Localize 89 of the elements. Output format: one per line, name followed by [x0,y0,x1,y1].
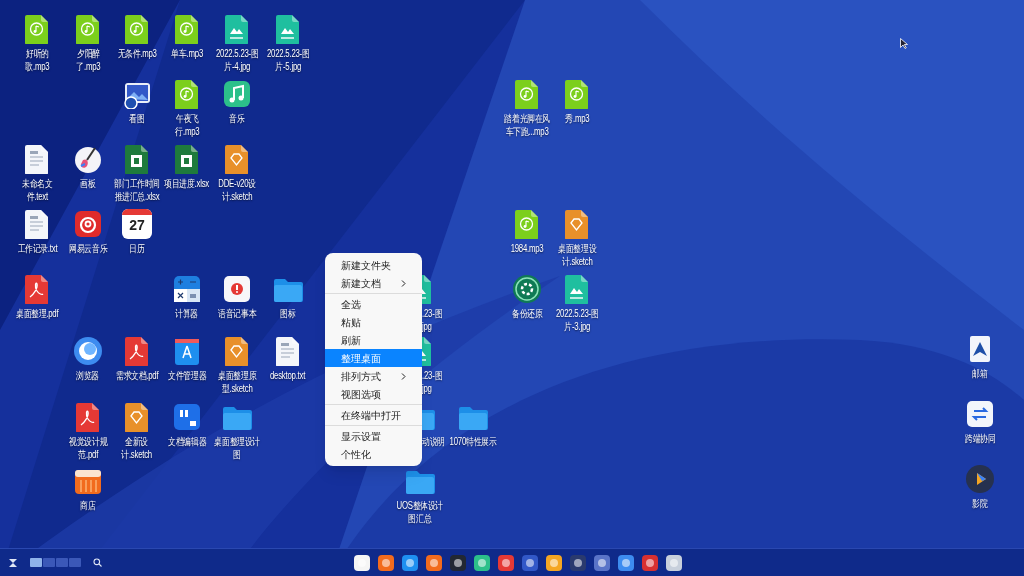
icon-label: 动说明 [422,435,445,448]
dock-app-icon[interactable] [497,553,515,572]
icon-label: 画板 [80,177,96,190]
menu-item[interactable]: 个性化 [325,445,422,463]
menu-item[interactable]: 排列方式 [325,367,422,385]
dock-app-icon[interactable] [401,553,419,572]
icon-label: 语音记事本 [218,307,256,320]
icon-label: 1984.mp3 [510,242,544,255]
icon-label: 文件管理器 [168,369,206,382]
play-icon[interactable] [965,464,995,494]
cursor-icon [900,38,908,49]
icon-label: 影院 [972,497,988,510]
icon-label: 项目进度.xlsx [164,177,210,190]
recorder-icon[interactable] [222,274,252,304]
file-manager-icon[interactable] [172,336,202,366]
icon-label: 桌面整理原 型.sketch [218,369,256,395]
icon-label: 踏着光脚在风 车下跑...mp3 [504,112,550,138]
calendar-icon[interactable]: 27 [122,209,152,239]
dock-app-icon[interactable] [449,553,467,572]
icon-label: 浏览器 [76,369,100,382]
icon-label: 无条件.mp3 [117,47,157,60]
icon-label: 视觉设计规 范.pdf [69,435,107,461]
icon-label: 邮箱 [972,367,988,380]
icon-label: 秀.mp3 [565,112,589,125]
icon-label: 未命名文 件.text [21,177,53,203]
music-note-icon[interactable] [222,79,252,109]
dock-app-icon[interactable] [617,553,635,572]
icon-label: 网易云音乐 [69,242,107,255]
icon-label: 部门工作时间 推进汇总.xlsx [114,177,160,203]
icon-label: 2022.5.23-图 片-3.jpg [555,307,599,333]
icon-label: desktop.txt [270,369,306,382]
icon-label: DDE-v20设 计.sketch [218,177,256,203]
dock-app-icon[interactable] [521,553,539,572]
dock-app-icon[interactable] [425,553,443,572]
dock-app-icon[interactable] [593,553,611,572]
icon-label: 2022.5.23-图 片-4.jpg [215,47,259,73]
dock-app-icon[interactable] [665,553,683,572]
icon-label: 单车.mp3 [171,47,203,60]
dock-app-icon[interactable] [353,553,371,572]
icon-label: 夕阳醉 了.mp3 [76,47,100,73]
workspace-thumbnail[interactable] [30,558,42,567]
icon-label: 日历 [129,242,145,255]
icon-label: 计算器 [175,307,199,320]
menu-item[interactable]: 整理桌面 [325,349,422,367]
icon-label: 工作记录.txt [17,242,57,255]
icon-label: 2022.5.23-图 片-5.jpg [266,47,310,73]
swap-arrows-icon[interactable] [965,399,995,429]
menu-item[interactable]: 显示设置 [325,427,422,445]
menu-item[interactable]: 全选 [325,295,422,313]
browser-icon[interactable] [73,336,103,366]
menu-item[interactable]: 粘贴 [325,313,422,331]
menu-item[interactable]: 刷新 [325,331,422,349]
music-app-icon[interactable] [73,209,103,239]
menu-item[interactable]: 新建文档 [325,274,422,292]
icon-label: .23-图 jpg [422,307,443,333]
icon-label: 桌面整理设 计.sketch [558,242,596,268]
menu-item[interactable]: 视图选项 [325,385,422,403]
dock-app-icon[interactable] [473,553,491,572]
launcher-icon[interactable] [8,557,18,568]
icon-label: 好听的 歌.mp3 [25,47,49,73]
menu-item[interactable]: 新建文件夹 [325,256,422,274]
icon-label: 午夜飞 行.mp3 [175,112,199,138]
gear-icon[interactable] [512,274,542,304]
icon-label: .23-图 jpg [422,369,443,395]
dock-app-icon[interactable] [545,553,563,572]
icon-label: 音乐 [229,112,245,125]
icon-label: 商店 [80,499,96,512]
workspace-thumbnail[interactable] [43,558,55,567]
icon-label: 1070特性展示 [449,435,497,448]
calculator-icon[interactable] [172,274,202,304]
icon-label: UOS整体设计 图汇总 [396,499,444,525]
icon-label: 桌面整理.pdf [15,307,59,320]
icon-label: 需求文档.pdf [115,369,159,382]
menu-item[interactable]: 在终端中打开 [325,406,422,424]
workspace-thumbnail[interactable] [69,558,81,567]
icon-label: 备份还原 [511,307,543,320]
document-editor-icon[interactable] [172,402,202,432]
dock-app-icon[interactable] [641,553,659,572]
icon-label: 桌面整理设计 图 [214,435,260,461]
search-icon[interactable] [93,558,102,567]
dock-app-icon[interactable] [569,553,587,572]
dock-app-icon[interactable] [377,553,395,572]
paintbrush-icon[interactable] [73,144,103,174]
icon-label: 跨端协同 [964,432,996,445]
workspace-thumbnail[interactable] [56,558,68,567]
icon-label: 图标 [280,307,296,320]
icon-label: 全新设 计.sketch [121,435,153,461]
icon-label: 看图 [129,112,145,125]
icon-label: 文档编辑器 [168,435,206,448]
